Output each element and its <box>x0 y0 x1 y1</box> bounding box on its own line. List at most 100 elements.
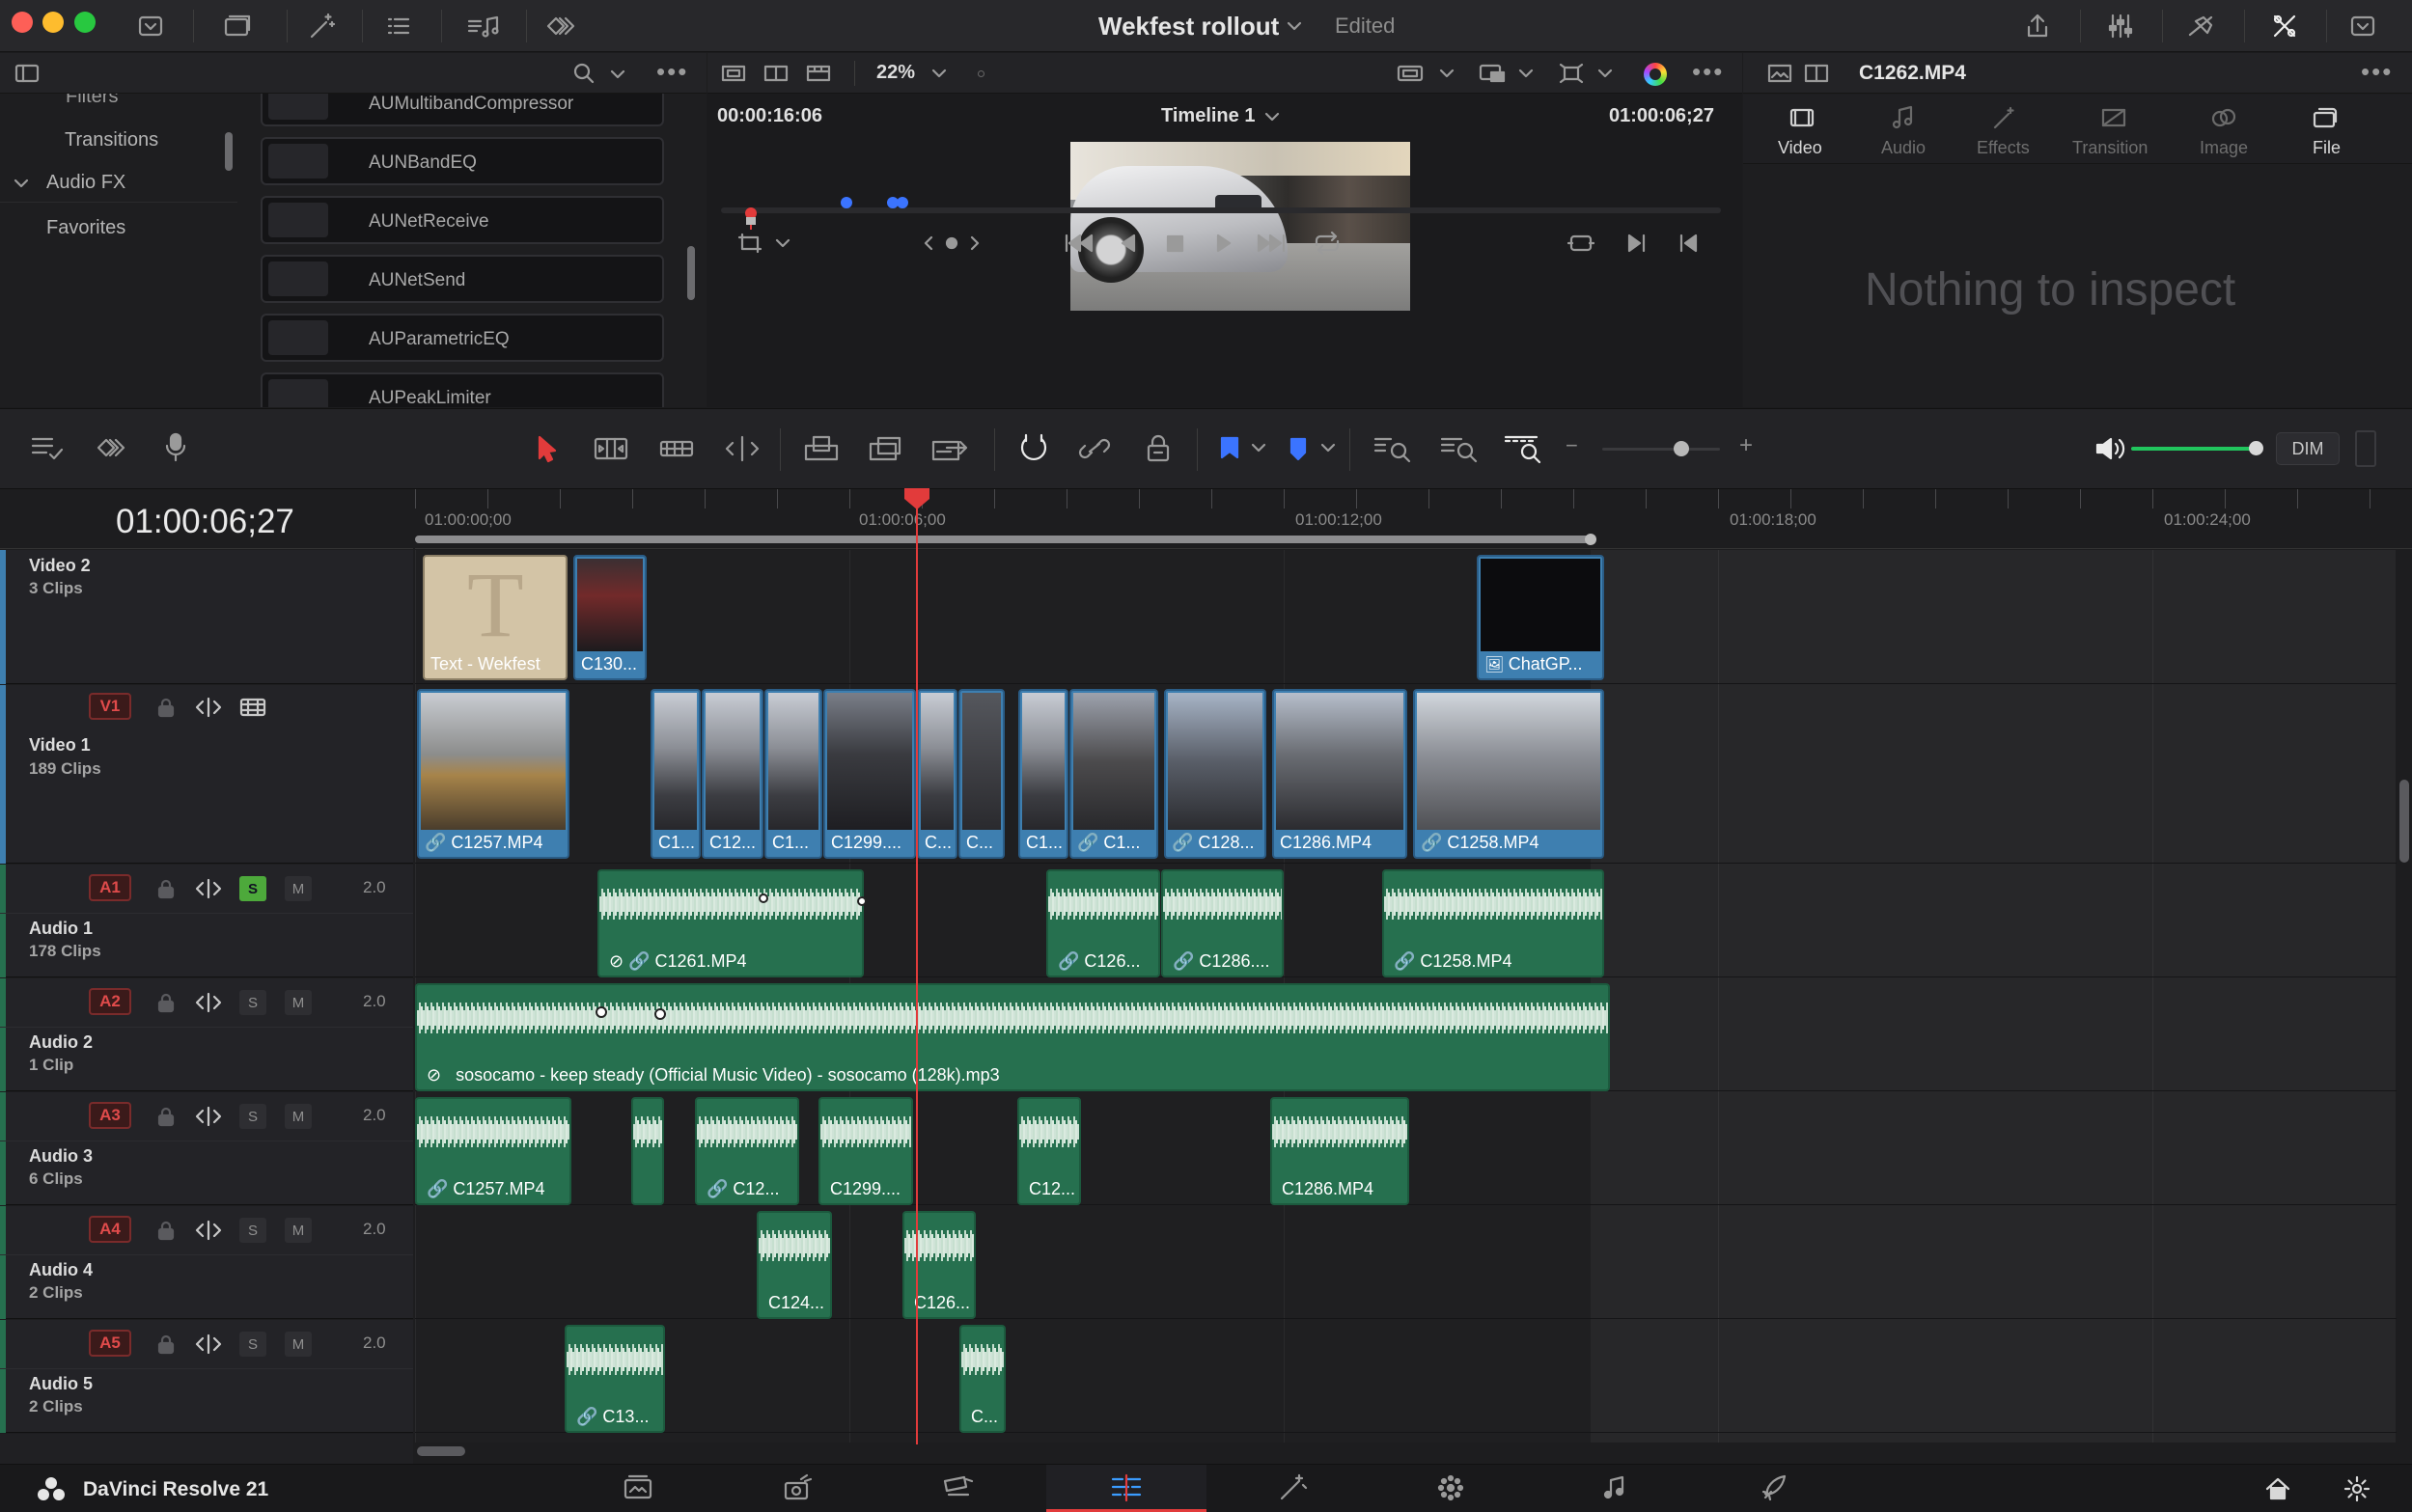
transform-icon[interactable] <box>1554 61 1589 86</box>
auto-select-icon[interactable] <box>193 1218 224 1243</box>
zoom-custom-icon[interactable] <box>1499 430 1547 467</box>
vertical-scroll-track[interactable] <box>2397 550 2412 1444</box>
track-badge-a2[interactable]: A2 <box>89 988 131 1015</box>
video-clip[interactable]: C1286.MP4 <box>1272 689 1407 859</box>
metadata-icon[interactable] <box>542 13 585 40</box>
lock-icon[interactable] <box>152 876 180 901</box>
track-level[interactable]: 2.0 <box>363 992 386 1011</box>
timeline-name[interactable]: Timeline 1 <box>1161 105 1255 127</box>
sidebar-toggle-icon[interactable] <box>12 61 42 86</box>
fairlight-page-icon[interactable] <box>1535 1464 1695 1512</box>
edit-page-icon[interactable] <box>878 1464 1039 1512</box>
search-icon[interactable] <box>569 61 598 86</box>
tree-scrollbar[interactable] <box>225 132 233 171</box>
audio-clip[interactable]: 🔗 C1257.MP4 <box>415 1097 571 1205</box>
timeline-ruler[interactable]: 01:00:00;00 01:00:06;00 01:00:12;00 01:0… <box>415 489 2412 549</box>
lock-icon[interactable] <box>152 1218 180 1243</box>
track-badge-a5[interactable]: A5 <box>89 1330 131 1357</box>
skip-to-start-icon[interactable] <box>1060 228 1098 259</box>
track-level[interactable]: 2.0 <box>363 1220 386 1239</box>
tab-transition[interactable]: Transition <box>2055 95 2173 164</box>
horizontal-scroll-track[interactable] <box>415 1444 2396 1464</box>
trim-tool-icon[interactable] <box>589 430 633 467</box>
effects-icon[interactable] <box>305 11 338 41</box>
lock-icon[interactable] <box>152 990 180 1015</box>
zoom-level[interactable]: 22% <box>876 62 915 84</box>
audio-clip[interactable]: C124... <box>757 1211 832 1319</box>
insert-clip-icon[interactable] <box>799 430 844 467</box>
marker-icon[interactable] <box>1282 430 1315 467</box>
video-clip[interactable]: 🔗 C1... <box>1069 689 1158 859</box>
auto-select-icon[interactable] <box>193 876 224 901</box>
tab-effects[interactable]: Effects <box>1954 95 2055 164</box>
playhead-handle[interactable] <box>746 217 756 225</box>
media-page-icon[interactable] <box>558 1464 718 1512</box>
zoom-slider-handle[interactable] <box>1674 441 1689 456</box>
keyframe-handle[interactable] <box>857 896 867 906</box>
effect-item[interactable]: AUNetSend <box>261 255 664 303</box>
position-lock-icon[interactable] <box>1139 430 1178 467</box>
mute-button[interactable]: M <box>285 990 312 1015</box>
previous-edit-icon[interactable] <box>1673 228 1704 259</box>
vertical-scrollbar[interactable] <box>2399 780 2409 863</box>
video-clip-image[interactable]: 🖼 ChatGP... <box>1477 555 1604 680</box>
sound-library-icon[interactable] <box>465 13 504 40</box>
lock-icon[interactable] <box>152 1332 180 1357</box>
more-options-icon[interactable]: ••• <box>1692 57 1724 87</box>
zoom-to-fit-icon[interactable] <box>1369 430 1417 467</box>
play-reverse-icon[interactable] <box>1113 228 1144 259</box>
chevron-box-icon[interactable] <box>2345 13 2380 40</box>
microphone-icon[interactable] <box>158 428 193 467</box>
video-clip[interactable]: 🔗 C128... <box>1164 689 1266 859</box>
chevron-down-icon[interactable] <box>1249 438 1268 457</box>
auto-select-icon[interactable] <box>193 1104 224 1129</box>
keyframe-handle[interactable] <box>654 1008 666 1020</box>
track-badge-a4[interactable]: A4 <box>89 1216 131 1243</box>
track-badge-v1[interactable]: V1 <box>89 693 131 720</box>
mixer-icon[interactable] <box>2102 10 2139 42</box>
mute-button[interactable]: M <box>285 1218 312 1243</box>
cut-page-icon[interactable] <box>718 1464 878 1512</box>
video-clip[interactable]: 🔗 C1258.MP4 <box>1413 689 1604 859</box>
play-icon[interactable] <box>1208 228 1239 259</box>
audio-clip[interactable]: C126... <box>902 1211 976 1319</box>
timeline-range-bar[interactable] <box>415 536 1591 543</box>
linked-selection-icon[interactable] <box>1075 430 1114 467</box>
track-level[interactable]: 2.0 <box>363 878 386 897</box>
zoom-window-button[interactable] <box>74 12 96 33</box>
deliver-page-icon[interactable] <box>1695 1464 1855 1512</box>
replace-clip-icon[interactable] <box>927 430 975 467</box>
audio-clip[interactable]: 🔗 C1286.... <box>1161 869 1284 977</box>
next-edit-icon[interactable] <box>1622 228 1652 259</box>
zoom-in-icon[interactable]: + <box>1739 432 1753 459</box>
filmstrip-viewer-icon[interactable] <box>802 61 835 86</box>
tab-audio[interactable]: Audio <box>1852 95 1954 164</box>
index-icon[interactable] <box>383 13 414 40</box>
solo-button[interactable]: S <box>239 1332 266 1357</box>
zoom-out-icon[interactable]: − <box>1566 433 1578 458</box>
video-clip[interactable]: C... <box>958 689 1005 859</box>
solo-button[interactable]: S <box>239 990 266 1015</box>
lock-icon[interactable] <box>152 1104 180 1129</box>
fusion-page-icon[interactable] <box>1212 1464 1372 1512</box>
chevron-down-icon[interactable] <box>1262 108 1282 125</box>
project-name[interactable]: Wekfest rollout <box>1098 12 1279 41</box>
blade-tool-icon[interactable] <box>720 430 764 467</box>
tab-image[interactable]: Image <box>2173 95 2274 164</box>
loop-icon[interactable] <box>1308 228 1346 259</box>
settings-gear-icon[interactable] <box>2340 1474 2374 1503</box>
effect-item[interactable]: AUNetReceive <box>261 196 664 244</box>
auto-select-icon[interactable] <box>193 990 224 1015</box>
tree-item-filters[interactable]: Filters <box>66 94 118 108</box>
color-page-icon[interactable] <box>1371 1464 1531 1512</box>
effect-item[interactable]: AUPeakLimiter <box>261 372 664 407</box>
timeline-playhead[interactable] <box>916 494 918 1444</box>
minimize-window-button[interactable] <box>42 12 64 33</box>
timeline-marker[interactable] <box>841 197 852 208</box>
tab-file[interactable]: File <box>2274 95 2375 164</box>
chevron-down-icon[interactable] <box>1318 438 1338 457</box>
lock-icon[interactable] <box>152 695 180 720</box>
chevron-box-icon[interactable] <box>135 13 166 40</box>
more-options-icon[interactable]: ••• <box>656 57 688 87</box>
horizontal-scrollbar[interactable] <box>417 1446 465 1456</box>
